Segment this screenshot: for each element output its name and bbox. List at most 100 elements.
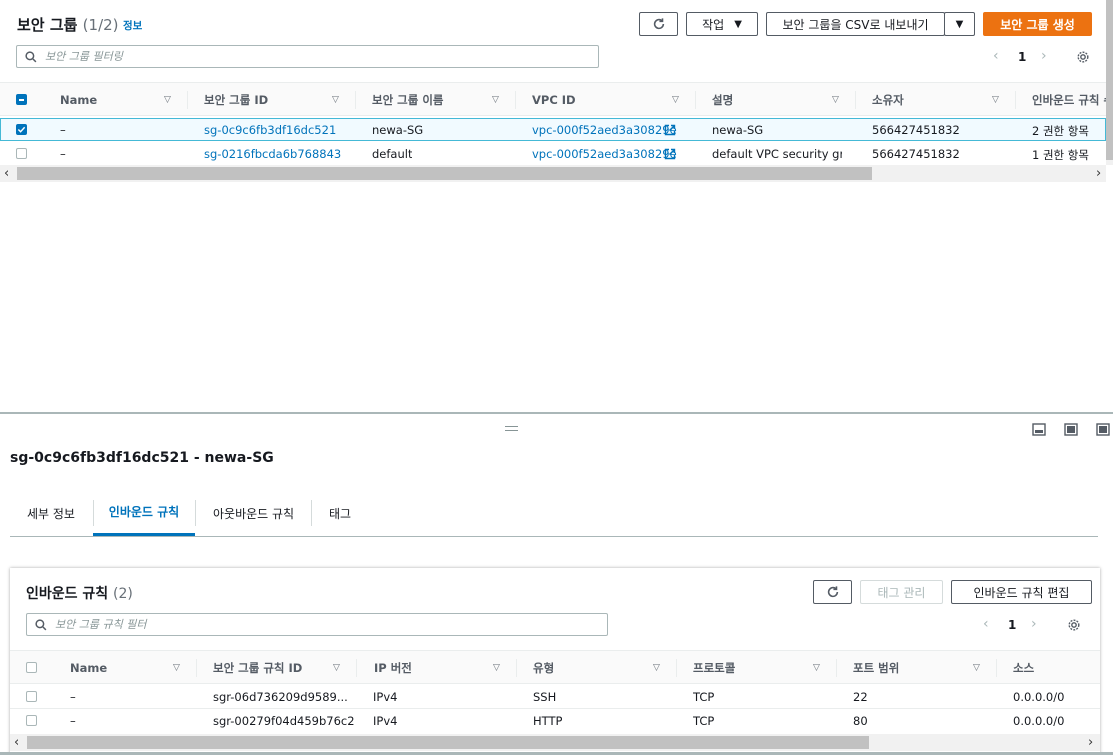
next-page-icon[interactable]: › <box>1041 48 1047 64</box>
edit-inbound-rules-button[interactable]: 인바운드 규칙 편집 <box>951 580 1092 604</box>
panel-side-icon[interactable] <box>1064 423 1078 436</box>
inbound-rules-container: 인바운드 규칙 (2) 태그 관리 인바운드 규칙 편집 ‹ 1 › Name … <box>10 568 1100 755</box>
caret-down-icon: ▼ <box>734 18 742 30</box>
sort-icon[interactable]: ▽ <box>653 663 660 673</box>
sort-icon[interactable]: ▽ <box>332 95 339 105</box>
caret-down-icon: ▼ <box>955 18 964 30</box>
panel-bottom-icon[interactable] <box>1032 423 1046 436</box>
horizontal-scrollbar[interactable]: ‹ › <box>10 734 1100 751</box>
tab-tags[interactable]: 태그 <box>329 490 351 536</box>
security-groups-panel: 보안 그룹 (1/2) 정보 작업 ▼ 보안 그룹을 CSV로 내보내기 ▼ 보… <box>0 0 1113 412</box>
rule-filter[interactable] <box>26 613 608 636</box>
detail-title: sg-0c9c6fb3df16dc521 - newa-SG <box>10 450 274 466</box>
search-input[interactable] <box>45 50 561 63</box>
tab-label: 아웃바운드 규칙 <box>213 506 295 521</box>
page-number[interactable]: 1 <box>1008 618 1016 632</box>
cell-ip-version: IPv4 <box>373 690 398 704</box>
sort-icon[interactable]: ▽ <box>493 663 500 673</box>
actions-dropdown[interactable]: 작업 ▼ <box>686 12 758 36</box>
scroll-right-icon[interactable]: › <box>1096 166 1101 181</box>
table-row[interactable]: – sg-0216fbcda6b768843 default vpc-000f5… <box>0 142 1106 165</box>
column-header-name[interactable]: Name <box>60 83 97 117</box>
scrollbar-thumb[interactable] <box>1106 0 1113 160</box>
row-checkbox[interactable] <box>26 715 37 726</box>
refresh-button[interactable] <box>813 580 852 604</box>
tab-details[interactable]: 세부 정보 <box>27 490 75 536</box>
tab-inbound-rules[interactable]: 인바운드 규칙 <box>93 490 195 536</box>
export-csv-label: 보안 그룹을 CSV로 내보내기 <box>782 17 929 32</box>
panel-hide-icon[interactable] <box>1096 423 1110 436</box>
title-text: 보안 그룹 <box>17 16 78 34</box>
info-link[interactable]: 정보 <box>123 18 142 33</box>
cell-vpc-id[interactable]: vpc-000f52aed3a30829e <box>532 147 677 161</box>
external-link-icon[interactable] <box>664 148 676 160</box>
refresh-button[interactable] <box>639 12 678 36</box>
scrollbar-thumb[interactable] <box>17 167 872 180</box>
scroll-right-icon[interactable]: › <box>1088 735 1093 750</box>
column-header-source[interactable]: 소스 <box>1013 651 1034 685</box>
security-group-filter[interactable] <box>16 45 599 68</box>
column-divider <box>1015 91 1016 109</box>
gear-icon[interactable] <box>1076 50 1090 64</box>
manage-tags-button[interactable]: 태그 관리 <box>860 580 943 604</box>
sort-icon[interactable]: ▽ <box>832 95 839 105</box>
export-csv-dropdown[interactable]: ▼ <box>944 12 975 36</box>
row-checkbox[interactable] <box>16 148 27 159</box>
external-link-icon[interactable] <box>664 124 676 136</box>
cell-source: 0.0.0.0/0 <box>1013 690 1065 704</box>
column-header-inbound-count[interactable]: 인바운드 규칙 수 <box>1032 83 1106 117</box>
table-header: Name ▽ 보안 그룹 ID ▽ 보안 그룹 이름 ▽ VPC ID ▽ 설명… <box>0 82 1106 116</box>
sort-icon[interactable]: ▽ <box>973 663 980 673</box>
sort-icon[interactable]: ▽ <box>164 95 171 105</box>
prev-page-icon[interactable]: ‹ <box>993 48 999 64</box>
cell-sg-id[interactable]: sg-0216fbcda6b768843 <box>204 147 341 161</box>
create-security-group-button[interactable]: 보안 그룹 생성 <box>983 12 1092 36</box>
column-header-vpc-id[interactable]: VPC ID <box>532 83 576 117</box>
column-header-name[interactable]: Name <box>70 651 107 685</box>
prev-page-icon[interactable]: ‹ <box>983 616 989 632</box>
next-page-icon[interactable]: › <box>1031 616 1037 632</box>
page-number[interactable]: 1 <box>1018 50 1026 64</box>
column-header-ip-version[interactable]: IP 버전 <box>374 651 412 685</box>
horizontal-scrollbar[interactable]: ‹ › <box>0 165 1106 182</box>
sort-icon[interactable]: ▽ <box>173 663 180 673</box>
scrollbar-thumb[interactable] <box>27 736 869 749</box>
sort-icon[interactable]: ▽ <box>813 663 820 673</box>
table-row[interactable]: – sgr-00279f04d459b76c2 IPv4 HTTP TCP 80… <box>10 709 1100 733</box>
tab-label: 태그 <box>329 506 352 521</box>
select-all-checkbox[interactable] <box>16 94 27 105</box>
row-checkbox[interactable] <box>16 124 27 135</box>
gear-icon[interactable] <box>1067 618 1081 632</box>
column-label: 소스 <box>1013 661 1035 675</box>
sort-icon[interactable]: ▽ <box>992 95 999 105</box>
column-label: Name <box>60 93 98 107</box>
search-input[interactable] <box>55 618 570 631</box>
scroll-left-icon[interactable]: ‹ <box>4 166 9 181</box>
column-header-sg-name[interactable]: 보안 그룹 이름 <box>372 83 444 117</box>
select-all-checkbox[interactable] <box>26 662 37 673</box>
sort-icon[interactable]: ▽ <box>492 95 499 105</box>
cell-sg-id[interactable]: sg-0c9c6fb3df16dc521 <box>204 123 336 137</box>
row-checkbox[interactable] <box>26 691 37 702</box>
cell-vpc-id[interactable]: vpc-000f52aed3a30829e <box>532 123 677 137</box>
export-csv-button[interactable]: 보안 그룹을 CSV로 내보내기 <box>766 12 945 36</box>
column-header-sg-id[interactable]: 보안 그룹 ID <box>204 83 268 117</box>
column-header-description[interactable]: 설명 <box>712 83 733 117</box>
column-header-owner[interactable]: 소유자 <box>872 83 904 117</box>
cell-name: – <box>60 123 66 137</box>
split-panel-divider[interactable] <box>0 412 1113 414</box>
tab-outbound-rules[interactable]: 아웃바운드 규칙 <box>213 490 294 536</box>
table-row[interactable]: – sg-0c9c6fb3df16dc521 newa-SG vpc-000f5… <box>0 118 1106 141</box>
resize-handle[interactable] <box>505 426 518 431</box>
column-header-type[interactable]: 유형 <box>533 651 554 685</box>
column-header-port-range[interactable]: 포트 범위 <box>853 651 899 685</box>
column-header-rule-id[interactable]: 보안 그룹 규칙 ID <box>213 651 302 685</box>
sort-icon[interactable]: ▽ <box>672 95 679 105</box>
vertical-scrollbar[interactable] <box>1106 0 1113 165</box>
sort-icon[interactable]: ▽ <box>333 663 340 673</box>
scroll-left-icon[interactable]: ‹ <box>14 735 19 750</box>
table-row[interactable]: – sgr-06d736209d9589... IPv4 SSH TCP 22 … <box>10 685 1100 709</box>
column-label: 유형 <box>533 661 555 675</box>
inbound-rules-table: Name ▽ 보안 그룹 규칙 ID ▽ IP 버전 ▽ 유형 ▽ 프로토콜 ▽… <box>10 650 1100 755</box>
column-header-protocol[interactable]: 프로토콜 <box>693 651 735 685</box>
